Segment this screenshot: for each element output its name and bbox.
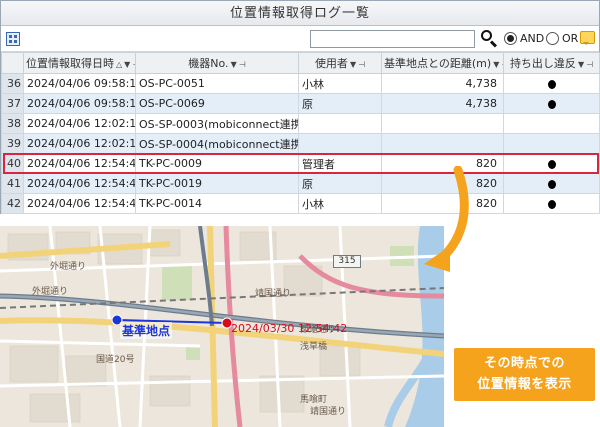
cell-datetime: 2024/04/06 09:58:15 — [23, 93, 136, 114]
callout-line-2: 位置情報を表示 — [477, 377, 572, 392]
cell-datetime: 2024/04/06 12:54:42 — [23, 173, 136, 194]
table-row[interactable]: 42 2024/04/06 12:54:42 TK-PC-0014 小林 820 — [1, 193, 600, 214]
filter-icon[interactable]: ▼ — [578, 60, 584, 69]
cell-taken-out — [503, 193, 600, 214]
cell-taken-out — [503, 153, 600, 174]
cell-distance — [381, 113, 504, 134]
table-row-selected[interactable]: 40 2024/04/06 12:54:42 TK-PC-0009 管理者 82… — [1, 153, 600, 174]
base-point-label: 基準地点 — [120, 322, 173, 339]
cell-taken-out — [503, 113, 600, 134]
or-radio[interactable] — [546, 32, 559, 45]
or-radio-label: OR — [562, 32, 579, 45]
table-row[interactable]: 37 2024/04/06 09:58:15 OS-PC-0069 原 4,73… — [1, 93, 600, 114]
map-view[interactable]: 外堀通り 外堀通り 都道通り 靖国通り 浅草橋 国道20号 靖国通り 馬喰町 3… — [0, 226, 444, 427]
row-number: 41 — [1, 173, 24, 194]
table-header-row: 位置情報取得日時△▼⊣ 機器No.▼⊣ 使用者▼⊣ 基準地点との距離(m)▼⊣ … — [1, 52, 600, 74]
violation-dot-icon — [547, 199, 556, 209]
cell-user: 小林 — [298, 193, 382, 214]
cell-taken-out — [503, 133, 600, 154]
street-label: 外堀通り — [32, 287, 69, 297]
cell-device: TK-PC-0014 — [135, 193, 299, 214]
log-panel: 位置情報取得ログ一覧 AND OR 位置情報取得日時△▼⊣ 機器No.▼⊣ 使用… — [0, 0, 600, 214]
table-row[interactable]: 41 2024/04/06 12:54:42 TK-PC-0019 原 820 — [1, 173, 600, 194]
cell-taken-out — [503, 73, 600, 94]
cell-datetime: 2024/04/06 12:54:42 — [23, 193, 136, 214]
cell-distance — [381, 133, 504, 154]
violation-dot-icon — [547, 99, 556, 109]
col-header-row-num — [1, 52, 24, 74]
cell-device: OS-PC-0051 — [135, 73, 299, 94]
cell-distance: 4,738 — [381, 73, 504, 94]
cell-user — [298, 113, 382, 134]
callout-box: その時点での 位置情報を表示 — [454, 348, 595, 401]
row-number: 42 — [1, 193, 24, 214]
row-number: 36 — [1, 73, 24, 94]
col-header-user[interactable]: 使用者 ▼ ⊣ — [298, 52, 382, 74]
cell-user — [298, 133, 382, 154]
violation-dot-icon — [547, 159, 556, 169]
cell-taken-out — [503, 173, 600, 194]
cell-datetime: 2024/04/06 12:02:15 — [23, 133, 136, 154]
pin-icon[interactable]: ⊣ — [586, 60, 593, 69]
cell-taken-out — [503, 93, 600, 114]
window-title: 位置情報取得ログ一覧 — [1, 1, 599, 26]
cell-device: OS-SP-0003(mobiconnect連携) — [135, 113, 299, 134]
violation-dot-icon — [547, 79, 556, 89]
log-table: 位置情報取得日時△▼⊣ 機器No.▼⊣ 使用者▼⊣ 基準地点との距離(m)▼⊣ … — [1, 52, 600, 214]
search-icon[interactable] — [479, 29, 499, 49]
cell-device: TK-PC-0019 — [135, 173, 299, 194]
cell-user: 原 — [298, 173, 382, 194]
table-row[interactable]: 36 2024/04/06 09:58:15 OS-PC-0051 小林 4,7… — [1, 73, 600, 94]
table-row[interactable]: 39 2024/04/06 12:02:15 OS-SP-0004(mobico… — [1, 133, 600, 154]
cell-datetime: 2024/04/06 12:54:42 — [23, 153, 136, 174]
grid-settings-icon[interactable] — [6, 32, 20, 46]
cell-user: 小林 — [298, 73, 382, 94]
curved-arrow-icon — [424, 166, 469, 272]
filter-icon[interactable]: ▼ — [493, 60, 499, 69]
street-label: 馬喰町 — [300, 395, 328, 405]
street-label: 靖国通り — [255, 289, 292, 299]
search-input[interactable] — [310, 30, 475, 48]
cell-device: OS-SP-0004(mobiconnect連携) — [135, 133, 299, 154]
and-radio[interactable] — [504, 32, 517, 45]
route-number-badge: 315 — [333, 255, 361, 268]
street-label: 浅草橋 — [300, 342, 328, 352]
toolbar: AND OR — [1, 26, 599, 52]
col-header-taken-out[interactable]: 持ち出し違反 ▼ ⊣ — [503, 52, 600, 74]
map-canvas — [0, 226, 444, 427]
row-number: 38 — [1, 113, 24, 134]
pin-icon[interactable]: ⊣ — [239, 60, 246, 69]
col-header-device[interactable]: 機器No. ▼ ⊣ — [135, 52, 299, 74]
row-number: 37 — [1, 93, 24, 114]
pin-icon[interactable]: ⊣ — [358, 60, 365, 69]
and-radio-label: AND — [520, 32, 545, 45]
street-label: 靖国通り — [310, 407, 347, 417]
filter-icon[interactable]: ▼ — [231, 60, 237, 69]
col-header-distance[interactable]: 基準地点との距離(m)▼⊣ — [381, 52, 504, 74]
cell-user: 原 — [298, 93, 382, 114]
cell-distance: 4,738 — [381, 93, 504, 114]
table-row[interactable]: 38 2024/04/06 12:02:15 OS-SP-0003(mobico… — [1, 113, 600, 134]
cell-device: TK-PC-0009 — [135, 153, 299, 174]
violation-dot-icon — [547, 179, 556, 189]
location-timestamp-label: 2024/03/30 12:54:42 — [231, 322, 348, 335]
callout-line-1: その時点での — [483, 356, 565, 371]
filter-icon[interactable]: ▼ — [124, 60, 130, 69]
row-number: 40 — [1, 153, 24, 174]
street-label: 外堀通り — [50, 262, 87, 272]
cell-datetime: 2024/04/06 12:02:15 — [23, 113, 136, 134]
sort-asc-icon[interactable]: △ — [116, 60, 122, 69]
filter-icon[interactable]: ▼ — [350, 60, 356, 69]
cell-datetime: 2024/04/06 09:58:15 — [23, 73, 136, 94]
cell-user: 管理者 — [298, 153, 382, 174]
street-label: 国道20号 — [96, 355, 135, 365]
cell-device: OS-PC-0069 — [135, 93, 299, 114]
row-number: 39 — [1, 133, 24, 154]
comment-icon[interactable] — [580, 31, 595, 45]
col-header-datetime[interactable]: 位置情報取得日時△▼⊣ — [23, 52, 136, 74]
